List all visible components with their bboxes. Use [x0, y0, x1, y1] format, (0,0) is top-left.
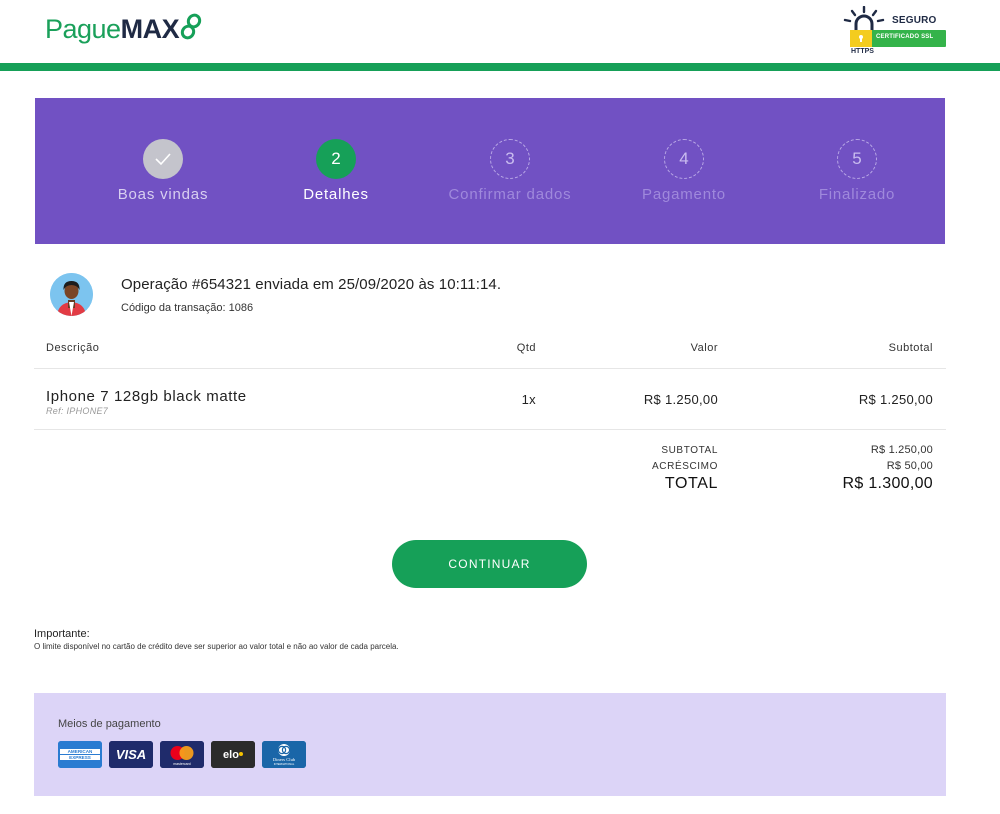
summary-subtotal-label: SUBTOTAL	[661, 445, 718, 456]
continue-button[interactable]: CONTINUAR	[392, 540, 587, 588]
table-divider	[34, 368, 946, 369]
diners-club-logo: Diners Club INTERNATIONAL	[262, 741, 306, 768]
step-boas-vindas: Boas vindas	[78, 98, 248, 244]
amex-logo: AMERICAN EXPRESS	[58, 741, 102, 768]
step-number: 5	[837, 139, 877, 179]
step-number: 4	[664, 139, 704, 179]
logo-part-max: MAX	[120, 14, 180, 44]
user-avatar	[50, 273, 93, 316]
item-description: Iphone 7 128gb black matte	[46, 388, 247, 405]
table-divider	[34, 429, 946, 430]
payment-methods-title: Meios de pagamento	[58, 718, 161, 730]
logo-text: PagueMAX	[45, 14, 180, 45]
logo-part-pague: Pague	[45, 14, 121, 44]
ssl-certificate-text: CERTIFICADO SSL	[876, 34, 934, 40]
checkout-steps: Boas vindas 2 Detalhes 3 Confirmar dados…	[35, 98, 945, 244]
column-header-description: Descrição	[46, 342, 100, 354]
visa-logo: VISA	[109, 741, 153, 768]
column-header-value: Valor	[690, 342, 718, 354]
column-header-qty: Qtd	[516, 342, 536, 354]
chain-link-icon	[180, 13, 202, 39]
user-avatar-icon	[50, 273, 93, 316]
step-label: Detalhes	[303, 186, 369, 203]
ssl-https-text: HTTPS	[851, 48, 874, 55]
elo-logo: elo	[211, 741, 255, 768]
step-confirmar-dados: 3 Confirmar dados	[425, 98, 595, 244]
keyhole-icon	[859, 35, 863, 42]
ssl-lock-block	[850, 30, 872, 47]
page-header: PagueMAX SEGURO CERTIFICADO SSL HTTPS	[0, 0, 1000, 64]
column-header-subtotal: Subtotal	[888, 342, 933, 354]
transaction-code: Código da transação: 1086	[121, 302, 254, 314]
svg-text:elo: elo	[223, 749, 239, 761]
svg-text:Diners Club: Diners Club	[273, 757, 296, 762]
step-detalhes: 2 Detalhes	[251, 98, 421, 244]
summary-surcharge-label: ACRÉSCIMO	[652, 461, 718, 472]
step-label: Pagamento	[642, 186, 726, 203]
svg-text:EXPRESS: EXPRESS	[69, 755, 91, 760]
summary-surcharge-value: R$ 50,00	[886, 460, 933, 472]
item-qty: 1x	[521, 392, 536, 407]
mastercard-card-icon: mastercard	[160, 741, 204, 768]
diners-card-icon: Diners Club INTERNATIONAL	[262, 741, 306, 768]
ssl-security-badge: SEGURO CERTIFICADO SSL HTTPS	[843, 6, 948, 58]
visa-card-icon: VISA	[109, 741, 153, 768]
notice-title: Importante:	[34, 628, 90, 640]
summary-subtotal-value: R$ 1.250,00	[870, 444, 933, 456]
paguemax-logo[interactable]: PagueMAX	[45, 13, 202, 45]
step-label: Finalizado	[818, 186, 896, 203]
step-finalizado: 5 Finalizado	[772, 98, 942, 244]
ssl-certificate-bar: CERTIFICADO SSL	[850, 30, 946, 47]
header-divider	[0, 63, 1000, 71]
ssl-seguro-text: SEGURO	[892, 15, 937, 26]
item-ref: Ref: IPHONE7	[46, 406, 109, 416]
svg-text:AMERICAN: AMERICAN	[68, 749, 93, 754]
svg-text:mastercard: mastercard	[173, 762, 191, 766]
notice-text: O limite disponível no cartão de crédito…	[34, 642, 399, 651]
operation-title: Operação #654321 enviada em 25/09/2020 à…	[121, 276, 502, 293]
summary-total-label: TOTAL	[664, 475, 718, 492]
step-number: 2	[316, 139, 356, 179]
step-label: Confirmar dados	[448, 186, 572, 203]
item-value: R$ 1.250,00	[643, 392, 718, 407]
step-check-icon	[143, 139, 183, 179]
summary-total-value: R$ 1.300,00	[842, 475, 933, 492]
checkmark-icon	[155, 153, 171, 166]
item-subtotal: R$ 1.250,00	[858, 392, 933, 407]
mastercard-logo: mastercard	[160, 741, 204, 768]
step-label: Boas vindas	[117, 186, 209, 203]
elo-card-icon: elo	[211, 741, 255, 768]
svg-text:VISA: VISA	[116, 747, 146, 762]
amex-card-icon: AMERICAN EXPRESS	[58, 741, 102, 768]
step-pagamento: 4 Pagamento	[599, 98, 769, 244]
svg-text:INTERNATIONAL: INTERNATIONAL	[274, 762, 295, 766]
payment-methods-panel: Meios de pagamento AMERICAN EXPRESS VISA…	[34, 693, 946, 796]
step-number: 3	[490, 139, 530, 179]
